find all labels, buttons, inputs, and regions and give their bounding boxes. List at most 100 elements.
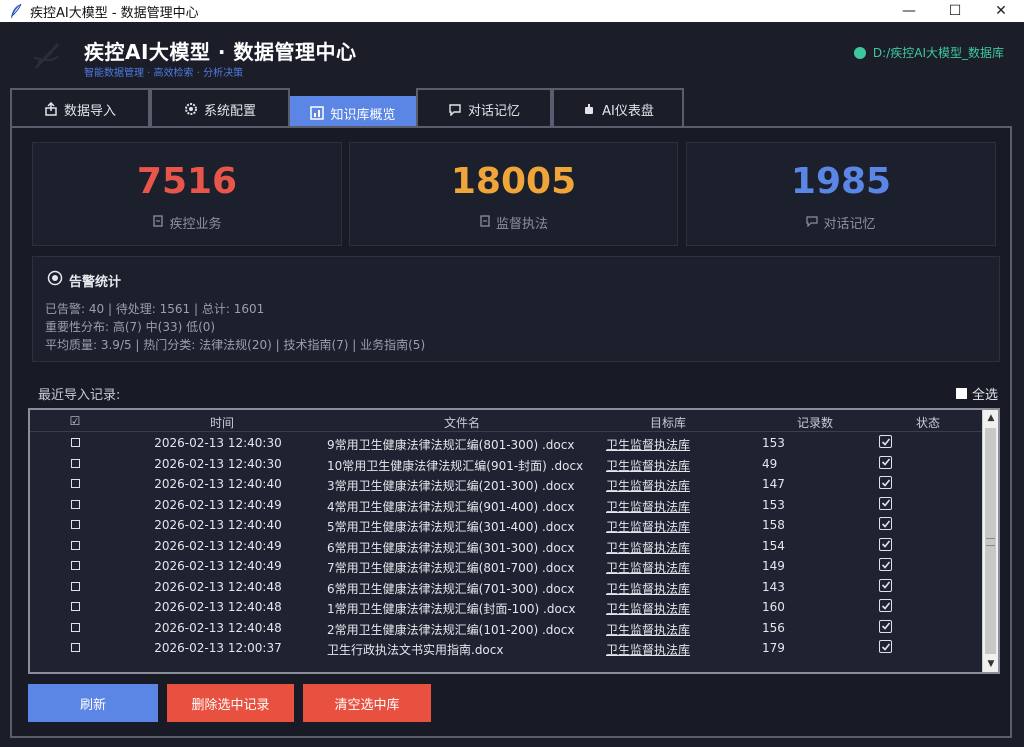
column-header-target[interactable]: 目标库: [614, 414, 722, 431]
window-titlebar: 疾控AI大模型 - 数据管理中心 — ☐ ✕: [0, 0, 1024, 22]
import-records-table: ☑ 时间 文件名 目标库 记录数 状态 2026-02-13 12:40:30 9…: [28, 408, 1000, 674]
tab-bar: 数据导入 系统配置 知识库概览 对话记忆 AI仪表盘: [10, 86, 684, 128]
row-checkbox[interactable]: [70, 479, 80, 488]
row-target-db[interactable]: 卫生监督执法库: [606, 580, 726, 597]
column-header-status[interactable]: 状态: [890, 414, 966, 431]
row-checkbox[interactable]: [70, 602, 80, 611]
row-checkbox[interactable]: [70, 458, 80, 468]
row-checkbox[interactable]: [70, 561, 80, 570]
tab-data-import[interactable]: 数据导入: [10, 88, 150, 128]
row-target-db[interactable]: 卫生监督执法库: [606, 436, 726, 453]
stat-card-chat-memory: 1985 对话记忆: [686, 142, 996, 246]
table-row[interactable]: 2026-02-13 12:40:49 4常用卫生健康法律法规汇编(901-400…: [30, 495, 982, 516]
stat-card-disease-control: 7516 疾控业务: [32, 142, 342, 246]
refresh-button[interactable]: 刷新: [28, 684, 158, 722]
recent-imports-label: 最近导入记录:: [38, 388, 121, 403]
table-row[interactable]: 2026-02-13 12:40:48 1常用卫生健康法律法规汇编(封面-100)…: [30, 597, 982, 618]
alarm-stats-card: 告警统计 已告警: 40 | 待处理: 1561 | 总计: 1601 重要性分…: [32, 256, 1000, 362]
row-checkbox[interactable]: [70, 438, 80, 447]
status-dot-icon: [853, 46, 866, 59]
row-time: 2026-02-13 12:40:30: [154, 456, 282, 471]
document-icon: [479, 214, 491, 231]
table-row[interactable]: 2026-02-13 12:40:30 9常用卫生健康法律法规汇编(801-300…: [30, 433, 982, 454]
row-count: 147: [762, 477, 785, 491]
app-title: 疾控AI大模型 · 数据管理中心: [84, 40, 357, 64]
row-time: 2026-02-13 12:40:40: [154, 477, 282, 491]
status-check-icon: [879, 619, 892, 633]
row-time: 2026-02-13 12:00:37: [154, 641, 282, 655]
table-row[interactable]: 2026-02-13 12:00:37 卫生行政执法文书实用指南.docx 卫生监督…: [30, 638, 982, 659]
document-icon: [152, 214, 164, 231]
chart-icon: [310, 106, 325, 120]
table-row[interactable]: 2026-02-13 12:40:40 5常用卫生健康法律法规汇编(301-400…: [30, 515, 982, 536]
scroll-down-icon[interactable]: ▼: [983, 656, 998, 672]
column-header-select[interactable]: ☑: [60, 414, 90, 428]
column-header-count[interactable]: 记录数: [770, 414, 860, 431]
app-header: 疾控AI大模型 · 数据管理中心 智能数据管理 · 高效检索 · 分析决策 D:…: [0, 22, 1024, 82]
row-checkbox[interactable]: [70, 499, 80, 509]
row-target-db[interactable]: 卫生监督执法库: [606, 498, 726, 515]
table-scrollbar[interactable]: ▲ ▼: [982, 410, 998, 672]
row-target-db[interactable]: 卫生监督执法库: [606, 477, 726, 494]
table-row[interactable]: 2026-02-13 12:40:49 6常用卫生健康法律法规汇编(301-300…: [30, 536, 982, 557]
stat-value: 1985: [790, 161, 892, 202]
delete-selected-button[interactable]: 删除选中记录: [167, 684, 294, 722]
alarm-line-quality: 平均质量: 3.9/5 | 热门分类: 法律法规(20) | 技术指南(7) |…: [45, 338, 426, 352]
row-filename: 1常用卫生健康法律法规汇编(封面-100) .docx: [327, 602, 576, 616]
status-check-icon: [879, 578, 892, 592]
table-row[interactable]: 2026-02-13 12:40:49 7常用卫生健康法律法规汇编(801-700…: [30, 556, 982, 577]
row-checkbox[interactable]: [70, 581, 80, 591]
row-filename: 6常用卫生健康法律法规汇编(301-300) .docx: [327, 540, 575, 555]
status-check-icon: [879, 537, 892, 551]
table-row[interactable]: 2026-02-13 12:40:48 6常用卫生健康法律法规汇编(701-300…: [30, 577, 982, 598]
row-checkbox[interactable]: [70, 540, 80, 550]
tab-system-config[interactable]: 系统配置: [150, 88, 290, 128]
row-target-db[interactable]: 卫生监督执法库: [606, 518, 726, 535]
row-filename: 7常用卫生健康法律法规汇编(801-700) .docx: [327, 561, 575, 575]
row-target-db[interactable]: 卫生监督执法库: [606, 600, 726, 617]
row-target-db[interactable]: 卫生监督执法库: [606, 641, 726, 658]
table-row[interactable]: 2026-02-13 12:40:40 3常用卫生健康法律法规汇编(201-300…: [30, 474, 982, 495]
tab-knowledge-overview[interactable]: 知识库概览: [290, 96, 416, 128]
dna-logo-icon: [28, 36, 68, 76]
status-check-icon: [879, 496, 892, 510]
tab-ai-dashboard[interactable]: AI仪表盘: [552, 88, 684, 128]
row-target-db[interactable]: 卫生监督执法库: [606, 539, 726, 556]
row-target-db[interactable]: 卫生监督执法库: [606, 559, 726, 576]
minimize-button[interactable]: —: [886, 0, 932, 22]
clear-selected-db-button[interactable]: 清空选中库: [303, 684, 431, 722]
row-count: 143: [762, 579, 785, 594]
status-check-icon: [879, 517, 892, 530]
row-count: 179: [762, 641, 785, 655]
stat-value: 18005: [450, 161, 577, 202]
maximize-button[interactable]: ☐: [932, 0, 978, 22]
row-count: 158: [762, 518, 785, 532]
upload-icon: [44, 102, 58, 116]
status-check-icon: [879, 599, 892, 612]
row-time: 2026-02-13 12:40:48: [154, 579, 282, 594]
row-filename: 5常用卫生健康法律法规汇编(301-400) .docx: [327, 520, 575, 534]
row-count: 154: [762, 538, 785, 553]
stat-label: 监督执法: [495, 217, 548, 232]
status-check-icon: [879, 435, 892, 448]
row-filename: 3常用卫生健康法律法规汇编(201-300) .docx: [327, 479, 575, 493]
column-header-filename[interactable]: 文件名: [330, 414, 594, 431]
tab-chat-memory[interactable]: 对话记忆: [416, 88, 552, 128]
table-row[interactable]: 2026-02-13 12:40:48 2常用卫生健康法律法规汇编(101-200…: [30, 618, 982, 639]
scroll-up-icon[interactable]: ▲: [983, 410, 998, 426]
row-target-db[interactable]: 卫生监督执法库: [606, 621, 726, 638]
row-time: 2026-02-13 12:40:48: [154, 620, 282, 635]
row-checkbox[interactable]: [70, 622, 80, 632]
row-target-db[interactable]: 卫生监督执法库: [606, 457, 726, 474]
table-row[interactable]: 2026-02-13 12:40:30 10常用卫生健康法律法规汇编(901-封面…: [30, 454, 982, 475]
column-header-time[interactable]: 时间: [138, 414, 306, 431]
close-button[interactable]: ✕: [978, 0, 1024, 22]
select-all-checkbox[interactable]: 全选: [955, 384, 998, 403]
database-path-text: D:/疾控AI大模型_数据库: [872, 46, 1004, 60]
status-check-icon: [879, 640, 892, 653]
row-checkbox[interactable]: [70, 520, 80, 529]
table-header: ☑ 时间 文件名 目标库 记录数 状态: [30, 410, 982, 432]
row-checkbox[interactable]: [70, 643, 80, 652]
database-path: D:/疾控AI大模型_数据库: [853, 44, 1004, 61]
window-title: 疾控AI大模型 - 数据管理中心: [30, 5, 199, 21]
